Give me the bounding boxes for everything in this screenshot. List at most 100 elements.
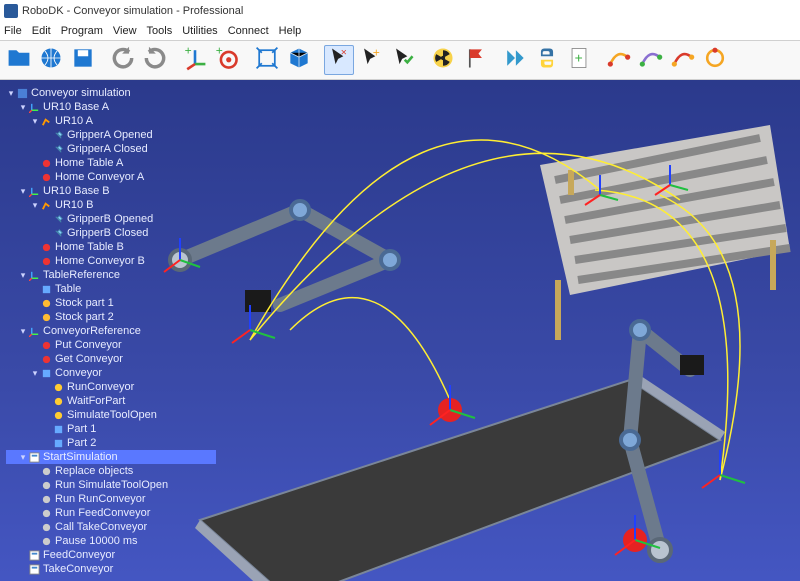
pointer-button[interactable]: ×: [324, 45, 354, 75]
tree-item[interactable]: SimulateToolOpen: [6, 408, 216, 422]
path4-button[interactable]: [700, 45, 730, 75]
svg-text:+: +: [373, 45, 380, 59]
gripper-a: [245, 290, 271, 312]
tree-item[interactable]: Stock part 2: [6, 310, 216, 324]
tree-item[interactable]: ▾ Conveyor simulation: [6, 86, 216, 100]
tree-item[interactable]: Home Table B: [6, 240, 216, 254]
menu-connect[interactable]: Connect: [228, 25, 269, 37]
tool-icon: [52, 143, 64, 155]
tree-item-label: Replace objects: [55, 464, 133, 478]
prog-icon: [28, 451, 40, 463]
tree-item-label: Conveyor simulation: [31, 86, 131, 100]
tree-item[interactable]: Part 1: [6, 422, 216, 436]
tree-item[interactable]: ▾Conveyor: [6, 366, 216, 380]
table: [540, 125, 790, 340]
tree-item[interactable]: GripperA Opened: [6, 128, 216, 142]
expand-icon[interactable]: ▾: [18, 324, 28, 338]
tree-item-label: WaitForPart: [67, 394, 125, 408]
redo-button[interactable]: [140, 45, 170, 75]
tree-item[interactable]: FeedConveyor: [6, 548, 216, 562]
expand-icon[interactable]: ▾: [18, 184, 28, 198]
expand-icon[interactable]: ▾: [30, 198, 40, 212]
fit-button[interactable]: [252, 45, 282, 75]
menu-edit[interactable]: Edit: [32, 25, 51, 37]
tree-item[interactable]: Pause 10000 ms: [6, 534, 216, 548]
menu-utilities[interactable]: Utilities: [182, 25, 217, 37]
tree-item[interactable]: Run FeedConveyor: [6, 506, 216, 520]
save-button[interactable]: [68, 45, 98, 75]
doc-plus-button[interactable]: +: [564, 45, 594, 75]
tree-item[interactable]: Replace objects: [6, 464, 216, 478]
expand-icon[interactable]: ▾: [30, 114, 40, 128]
viewport-3d[interactable]: ▾Conveyor simulation▾UR10 Base A▾UR10 AG…: [0, 80, 800, 581]
open-file-button[interactable]: [4, 45, 34, 75]
pointer-add-button[interactable]: +: [356, 45, 386, 75]
tree-item[interactable]: Call TakeConveyor: [6, 520, 216, 534]
expand-icon[interactable]: ▾: [6, 86, 16, 100]
part-on-belt-1: [430, 385, 475, 425]
path3-button[interactable]: [668, 45, 698, 75]
cube-button[interactable]: [284, 45, 314, 75]
tree-item-label: Home Table A: [55, 156, 123, 170]
tree-item-label: SimulateToolOpen: [67, 408, 157, 422]
pointer-check-button[interactable]: [388, 45, 418, 75]
play-icon: [502, 45, 528, 76]
world-button[interactable]: [36, 45, 66, 75]
menu-view[interactable]: View: [113, 25, 137, 37]
prog-y-icon: [52, 409, 64, 421]
tree-item[interactable]: ▾UR10 A: [6, 114, 216, 128]
tree-item[interactable]: Home Table A: [6, 156, 216, 170]
path2-button[interactable]: [636, 45, 666, 75]
tree-item[interactable]: ▾UR10 Base B: [6, 184, 216, 198]
menu-program[interactable]: Program: [61, 25, 103, 37]
inst-icon: [40, 465, 52, 477]
tree-item[interactable]: GripperA Closed: [6, 142, 216, 156]
tree-item[interactable]: ▾TableReference: [6, 268, 216, 282]
prog-y-icon: [52, 381, 64, 393]
tree-item[interactable]: RunConveyor: [6, 380, 216, 394]
menu-file[interactable]: File: [4, 25, 22, 37]
tree-item[interactable]: Put Conveyor: [6, 338, 216, 352]
add-ref-button[interactable]: +: [180, 45, 210, 75]
path4-icon: [702, 45, 728, 76]
tree-item[interactable]: WaitForPart: [6, 394, 216, 408]
pointer-check-icon: [390, 45, 416, 76]
frame-icon: [28, 325, 40, 337]
add-target-button[interactable]: +: [212, 45, 242, 75]
tree-item[interactable]: Table: [6, 282, 216, 296]
tree-item[interactable]: Get Conveyor: [6, 352, 216, 366]
tree-item[interactable]: Run RunConveyor: [6, 492, 216, 506]
tree-item[interactable]: Run SimulateToolOpen: [6, 478, 216, 492]
flag-button[interactable]: [460, 45, 490, 75]
tree-item-label: Run SimulateToolOpen: [55, 478, 168, 492]
tree-item[interactable]: Home Conveyor B: [6, 254, 216, 268]
menu-bar: File Edit Program View Tools Utilities Connect…: [0, 22, 800, 40]
tree-item-label: Get Conveyor: [55, 352, 123, 366]
path1-button[interactable]: [604, 45, 634, 75]
expand-icon[interactable]: ▾: [18, 100, 28, 114]
expand-icon[interactable]: ▾: [30, 366, 40, 380]
object-icon: [40, 283, 52, 295]
menu-help[interactable]: Help: [279, 25, 302, 37]
pointer-icon: ×: [326, 45, 352, 76]
tree-item[interactable]: Home Conveyor A: [6, 170, 216, 184]
tree-item[interactable]: ▾StartSimulation: [6, 450, 216, 464]
tree-item[interactable]: TakeConveyor: [6, 562, 216, 576]
station-tree[interactable]: ▾Conveyor simulation▾UR10 Base A▾UR10 AG…: [6, 86, 216, 576]
tree-item[interactable]: GripperB Opened: [6, 212, 216, 226]
expand-icon[interactable]: ▾: [18, 450, 28, 464]
nuclear-button[interactable]: [428, 45, 458, 75]
menu-tools[interactable]: Tools: [147, 25, 173, 37]
open-file-icon: [6, 45, 32, 76]
frame-icon: [28, 185, 40, 197]
expand-icon[interactable]: ▾: [18, 268, 28, 282]
undo-button[interactable]: [108, 45, 138, 75]
tree-item[interactable]: ▾ConveyorReference: [6, 324, 216, 338]
tree-item[interactable]: ▾UR10 B: [6, 198, 216, 212]
tree-item[interactable]: GripperB Closed: [6, 226, 216, 240]
tree-item[interactable]: ▾UR10 Base A: [6, 100, 216, 114]
python-button[interactable]: [532, 45, 562, 75]
play-button[interactable]: [500, 45, 530, 75]
tree-item[interactable]: Stock part 1: [6, 296, 216, 310]
tree-item[interactable]: Part 2: [6, 436, 216, 450]
